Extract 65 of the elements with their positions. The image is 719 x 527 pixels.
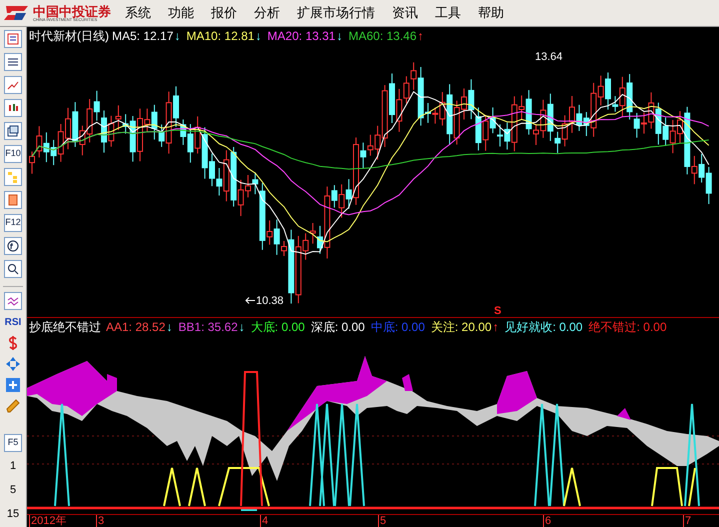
indicator-value: BB1: 35.62 (178, 319, 238, 336)
f5-button[interactable]: F5 (4, 434, 22, 452)
indicator-value: AA1: 28.52 (106, 319, 166, 336)
high-price-label: 13.64 (535, 50, 563, 65)
trend-arrow: ↓ (174, 28, 180, 44)
low-price-label: 10.38 (256, 294, 284, 309)
indicator-value: 关注: 20.00 (430, 319, 492, 336)
menu-item[interactable]: 系统 (125, 3, 151, 23)
indicator-value: 见好就收: 0.00 (504, 319, 583, 336)
pencil-icon[interactable] (5, 398, 21, 414)
indicator-area (402, 374, 413, 391)
wave-chart-icon[interactable] (4, 292, 22, 310)
menu-item[interactable]: 功能 (168, 3, 194, 23)
candlestick-icon[interactable] (4, 99, 22, 117)
signal-line (241, 509, 257, 511)
menu-item[interactable]: 报价 (211, 3, 237, 23)
indicator-value: 深底: 0.00 (310, 319, 365, 336)
trend-arrow: ↑ (492, 319, 499, 336)
date-label: 7 (683, 515, 692, 527)
signal-marker: S (494, 304, 502, 319)
menu-item[interactable]: 帮助 (478, 3, 504, 23)
tree-icon[interactable] (4, 168, 22, 186)
trend-arrow: ↓ (166, 319, 172, 336)
line-chart-icon[interactable] (4, 76, 22, 94)
trend-arrow: ↑ (418, 28, 424, 44)
indicator-value: MA10: 12.81 (186, 28, 254, 44)
formula-icon[interactable] (4, 237, 22, 255)
document-icon[interactable] (4, 191, 22, 209)
rsi-button[interactable]: RSI (4, 315, 22, 330)
date-label: 5 (378, 515, 386, 527)
logo-text: 中国中投证券 (33, 4, 111, 18)
trend-arrow: ↓ (336, 28, 342, 44)
date-label: 4 (260, 515, 268, 527)
scale-label: 15 (6, 507, 20, 522)
indicator-area (497, 371, 537, 414)
indicator-value: MA60: 13.46 (348, 28, 417, 44)
move-icon[interactable] (5, 356, 21, 372)
toolbar-label: F5 (8, 436, 18, 450)
trend-arrow: ↓ (238, 319, 245, 336)
scale-label: 1 (10, 459, 16, 474)
chart-title: 时代新材(日线) (29, 28, 109, 44)
dollar-icon[interactable] (7, 335, 19, 351)
menu-item[interactable]: 工具 (435, 3, 461, 23)
search-icon[interactable] (4, 260, 22, 278)
logo-icon (4, 4, 30, 22)
notepad-icon[interactable] (4, 30, 22, 48)
date-label: 6 (543, 515, 552, 527)
pointer-arrow-icon (245, 297, 255, 304)
menu-item[interactable]: 扩展市场行情 (297, 3, 375, 23)
menu-item[interactable]: 分析 (254, 3, 280, 23)
table-icon[interactable] (4, 53, 22, 71)
date-label: 2012年 (29, 515, 66, 527)
indicator-value: 中底: 0.00 (370, 319, 425, 336)
indicator-area (617, 408, 631, 420)
date-label: 3 (96, 515, 104, 527)
indicator-value: 绝不错过: 0.00 (588, 319, 667, 336)
add-icon[interactable] (5, 377, 21, 393)
trend-arrow: ↓ (255, 28, 262, 44)
indicator-value: MA5: 12.17 (112, 28, 174, 44)
indicator-title: 抄底绝不错过 (29, 319, 101, 336)
scale-label: 5 (10, 483, 16, 498)
indicator-value: MA20: 13.31 (267, 28, 336, 44)
indicator-value: 大底: 0.00 (250, 319, 305, 336)
menu-item[interactable]: 资讯 (392, 3, 418, 23)
windows-icon[interactable] (4, 122, 22, 140)
